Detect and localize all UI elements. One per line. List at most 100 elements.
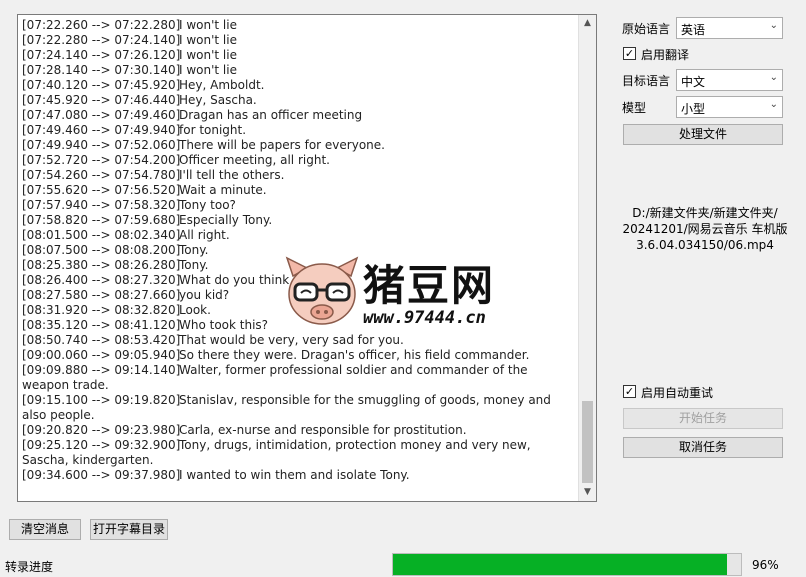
- log-timestamp: [07:40.120 --> 07:45.920]: [22, 78, 181, 92]
- log-text: So there they were. Dragan's officer, hi…: [179, 348, 530, 362]
- start-task-button[interactable]: 开始任务: [623, 408, 783, 429]
- clear-messages-button[interactable]: 清空消息: [9, 519, 81, 540]
- target-language-label: 目标语言: [622, 74, 671, 88]
- log-line: [07:57.940 --> 07:58.320]Tony too?: [22, 198, 578, 213]
- log-timestamp: [07:49.460 --> 07:49.940]: [22, 123, 181, 137]
- log-text: for tonight.: [179, 123, 247, 137]
- log-text: I won't lie: [179, 33, 237, 47]
- target-language-value: 中文: [681, 75, 706, 89]
- log-line: [08:01.500 --> 08:02.340]All right.: [22, 228, 578, 243]
- log-timestamp: [08:31.920 --> 08:32.820]: [22, 303, 181, 317]
- log-line: [07:47.080 --> 07:49.460]Dragan has an o…: [22, 108, 578, 123]
- process-file-button[interactable]: 处理文件: [623, 124, 783, 145]
- log-line: [09:00.060 --> 09:05.940]So there they w…: [22, 348, 578, 363]
- file-path-text: D:/新建文件夹/新建文件夹/ 20241201/网易云音乐 车机版 3.6.0…: [622, 205, 788, 253]
- source-language-value: 英语: [681, 23, 706, 37]
- log-timestamp: [07:45.920 --> 07:46.440]: [22, 93, 181, 107]
- log-text: Tony too?: [179, 198, 236, 212]
- log-text: Hey, Amboldt.: [179, 78, 265, 92]
- log-line: [07:49.940 --> 07:52.060]There will be p…: [22, 138, 578, 153]
- log-line: [07:45.920 --> 07:46.440]Hey, Sascha.: [22, 93, 578, 108]
- log-timestamp: [07:57.940 --> 07:58.320]: [22, 198, 181, 212]
- log-timestamp: [07:28.140 --> 07:30.140]: [22, 63, 181, 77]
- log-line: [09:09.880 --> 09:14.140]Walter, former …: [22, 363, 578, 393]
- log-timestamp: [07:49.940 --> 07:52.060]: [22, 138, 181, 152]
- log-line: [07:28.140 --> 07:30.140]I won't lie: [22, 63, 578, 78]
- file-path-line: 3.6.04.034150/06.mp4: [636, 238, 774, 252]
- log-timestamp: [08:25.380 --> 08:26.280]: [22, 258, 181, 272]
- log-text: Look.: [179, 303, 211, 317]
- chevron-down-icon: ⌄: [769, 20, 778, 31]
- log-line: [07:49.460 --> 07:49.940]for tonight.: [22, 123, 578, 138]
- log-text: I'll tell the others.: [179, 168, 285, 182]
- scroll-up-icon[interactable]: ▲: [579, 15, 596, 32]
- enable-translation-checkbox[interactable]: ✓: [623, 47, 636, 60]
- log-text: What do you think,: [179, 273, 293, 287]
- log-timestamp: [09:20.820 --> 09:23.980]: [22, 423, 181, 437]
- log-timestamp: [08:27.580 --> 08:27.660]: [22, 288, 181, 302]
- log-timestamp: [08:35.120 --> 08:41.120]: [22, 318, 181, 332]
- log-timestamp: [08:07.500 --> 08:08.200]: [22, 243, 181, 257]
- auto-retry-label: 启用自动重试: [641, 386, 714, 400]
- log-line: [07:54.260 --> 07:54.780]I'll tell the o…: [22, 168, 578, 183]
- log-timestamp: [07:24.140 --> 07:26.120]: [22, 48, 181, 62]
- log-timestamp: [09:15.100 --> 09:19.820]: [22, 393, 181, 407]
- log-line: [07:55.620 --> 07:56.520]Wait a minute.: [22, 183, 578, 198]
- log-line: [07:22.260 --> 07:22.280]I won't lie: [22, 18, 578, 33]
- scrollbar-thumb[interactable]: [582, 401, 593, 483]
- log-text: I won't lie: [179, 48, 237, 62]
- open-subtitle-dir-button[interactable]: 打开字幕目录: [90, 519, 168, 540]
- watermark-url: www.97444.cn: [363, 308, 486, 328]
- log-line: [07:58.820 --> 07:59.680]Especially Tony…: [22, 213, 578, 228]
- model-select[interactable]: 小型 ⌄: [676, 96, 783, 118]
- chevron-down-icon: ⌄: [769, 99, 778, 110]
- log-text: Wait a minute.: [179, 183, 267, 197]
- log-line: [09:25.120 --> 09:32.900]Tony, drugs, in…: [22, 438, 578, 468]
- log-text: All right.: [179, 228, 230, 242]
- log-timestamp: [07:47.080 --> 07:49.460]: [22, 108, 181, 122]
- log-timestamp: [08:50.740 --> 08:53.420]: [22, 333, 181, 347]
- auto-retry-checkbox[interactable]: ✓: [623, 385, 636, 398]
- file-path-line: D:/新建文件夹/新建文件夹/: [632, 206, 778, 220]
- progress-label: 转录进度: [5, 560, 54, 574]
- log-timestamp: [08:01.500 --> 08:02.340]: [22, 228, 181, 242]
- log-line: [07:24.140 --> 07:26.120]I won't lie: [22, 48, 578, 63]
- source-language-label: 原始语言: [622, 22, 671, 36]
- log-timestamp: [07:55.620 --> 07:56.520]: [22, 183, 181, 197]
- log-timestamp: [07:52.720 --> 07:54.200]: [22, 153, 181, 167]
- log-text: I wanted to win them and isolate Tony.: [179, 468, 410, 482]
- log-timestamp: [09:00.060 --> 09:05.940]: [22, 348, 181, 362]
- log-timestamp: [09:34.600 --> 09:37.980]: [22, 468, 181, 482]
- log-line: [07:40.120 --> 07:45.920]Hey, Amboldt.: [22, 78, 578, 93]
- log-timestamp: [07:54.260 --> 07:54.780]: [22, 168, 181, 182]
- log-text: Tony.: [179, 258, 209, 272]
- log-line: [09:15.100 --> 09:19.820]Stanislav, resp…: [22, 393, 578, 423]
- model-value: 小型: [681, 102, 706, 116]
- log-timestamp: [08:26.400 --> 08:27.320]: [22, 273, 181, 287]
- watermark: 猪豆网 www.97444.cn: [283, 250, 543, 330]
- scroll-down-icon[interactable]: ▼: [579, 484, 596, 501]
- log-line: [07:52.720 --> 07:54.200]Officer meeting…: [22, 153, 578, 168]
- log-timestamp: [09:25.120 --> 09:32.900]: [22, 438, 181, 452]
- log-text: Who took this?: [179, 318, 269, 332]
- log-text: Carla, ex-nurse and responsible for pros…: [179, 423, 467, 437]
- target-language-select[interactable]: 中文 ⌄: [676, 69, 783, 91]
- file-path-line: 20241201/网易云音乐 车机版: [622, 222, 788, 236]
- log-timestamp: [09:09.880 --> 09:14.140]: [22, 363, 181, 377]
- model-label: 模型: [622, 101, 647, 115]
- source-language-select[interactable]: 英语 ⌄: [676, 17, 783, 39]
- watermark-text: 猪豆网: [363, 261, 496, 310]
- log-text: Hey, Sascha.: [179, 93, 257, 107]
- log-timestamp: [07:58.820 --> 07:59.680]: [22, 213, 181, 227]
- transcription-progress-bar: [392, 553, 742, 576]
- cancel-task-button[interactable]: 取消任务: [623, 437, 783, 458]
- enable-translation-label: 启用翻译: [641, 48, 690, 62]
- log-text: Tony.: [179, 243, 209, 257]
- log-text: I won't lie: [179, 18, 237, 32]
- log-text: There will be papers for everyone.: [179, 138, 385, 152]
- progress-percent: 96%: [752, 558, 779, 572]
- log-line: [09:20.820 --> 09:23.980]Carla, ex-nurse…: [22, 423, 578, 438]
- log-scrollbar[interactable]: ▲ ▼: [578, 15, 596, 501]
- log-line: [08:50.740 --> 08:53.420]That would be v…: [22, 333, 578, 348]
- log-text: I won't lie: [179, 63, 237, 77]
